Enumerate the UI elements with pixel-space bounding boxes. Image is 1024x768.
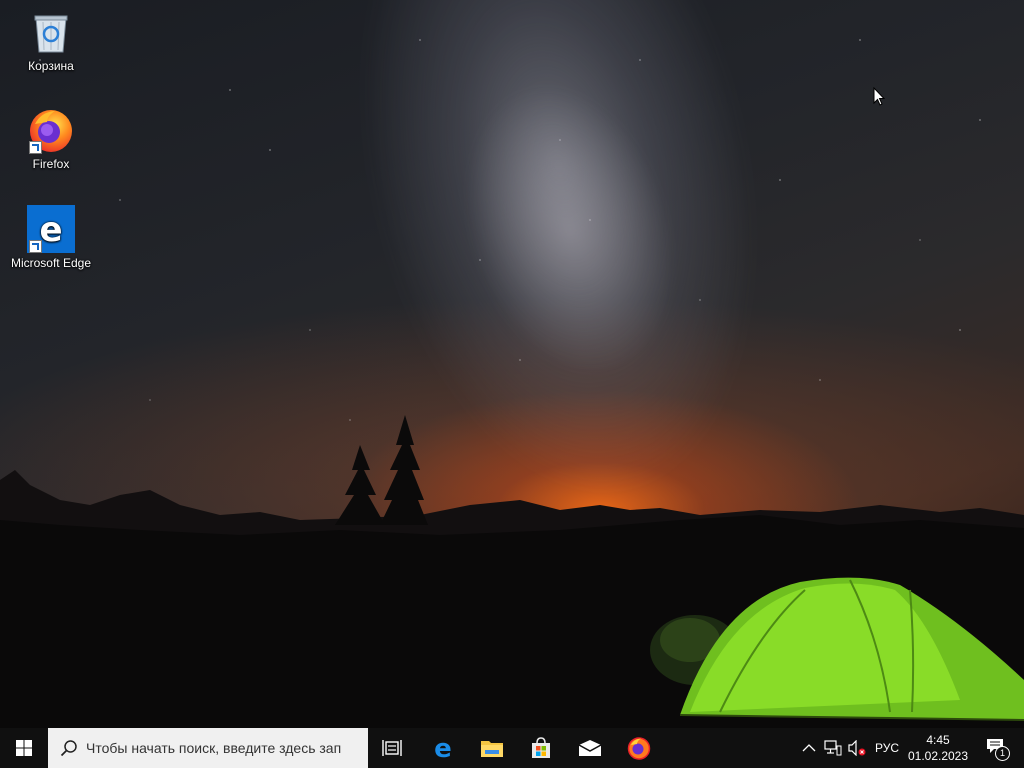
taskbar-firefox-button[interactable] — [614, 728, 664, 768]
search-placeholder: Чтобы начать поиск, введите здесь зап — [86, 740, 342, 756]
clock-date: 01.02.2023 — [907, 749, 969, 763]
svg-text:e: e — [434, 736, 452, 760]
svg-text:e: e — [39, 210, 62, 250]
desktop-icon-label: Firefox — [32, 157, 70, 171]
mail-icon — [578, 740, 602, 756]
notifications-icon: 1 — [986, 738, 1010, 761]
taskbar-edge-button[interactable]: e — [418, 728, 468, 768]
show-hidden-icons-button[interactable] — [798, 728, 820, 768]
store-icon — [532, 737, 550, 758]
clock-button[interactable]: 4:45 01.02.2023 — [906, 728, 970, 768]
shortcut-arrow-icon — [29, 141, 42, 154]
taskbar-file-explorer-button[interactable] — [467, 728, 517, 768]
firefox-icon — [27, 106, 75, 154]
desktop-wallpaper — [0, 0, 1024, 728]
start-button[interactable] — [0, 728, 48, 768]
firefox-icon — [627, 737, 651, 760]
task-view-icon — [382, 740, 402, 756]
desktop-icon-recycle-bin[interactable]: Корзина — [6, 8, 96, 73]
volume-muted-icon — [848, 740, 866, 756]
network-icon — [824, 740, 842, 756]
input-language-indicator[interactable]: РУС — [870, 728, 904, 768]
recycle-bin-icon — [27, 8, 75, 56]
shortcut-arrow-icon — [29, 240, 42, 253]
network-status-button[interactable] — [822, 728, 844, 768]
desktop-icon-label: Корзина — [28, 59, 74, 73]
desktop-icon-firefox[interactable]: Firefox — [6, 106, 96, 171]
folder-icon — [481, 741, 503, 757]
windows-logo-icon — [16, 740, 32, 756]
edge-icon: e — [434, 736, 452, 760]
notification-count-badge: 1 — [995, 746, 1010, 761]
clock-time: 4:45 — [926, 733, 950, 747]
action-center-button[interactable]: 1 — [976, 728, 1016, 768]
wallpaper-landscape — [0, 415, 1024, 728]
taskbar: Чтобы начать поиск, введите здесь зап e — [0, 728, 1024, 768]
task-view-button[interactable] — [368, 728, 416, 768]
search-icon — [60, 740, 77, 757]
taskbar-store-button[interactable] — [516, 728, 566, 768]
volume-button[interactable] — [846, 728, 868, 768]
desktop-icon-label: Microsoft Edge — [10, 256, 92, 270]
mouse-cursor-icon — [873, 87, 886, 106]
edge-icon: e — [27, 205, 75, 253]
chevron-up-icon — [802, 744, 816, 752]
taskbar-mail-button[interactable] — [565, 728, 615, 768]
search-input[interactable]: Чтобы начать поиск, введите здесь зап — [48, 728, 368, 768]
desktop-icon-edge[interactable]: e Microsoft Edge — [6, 205, 96, 270]
